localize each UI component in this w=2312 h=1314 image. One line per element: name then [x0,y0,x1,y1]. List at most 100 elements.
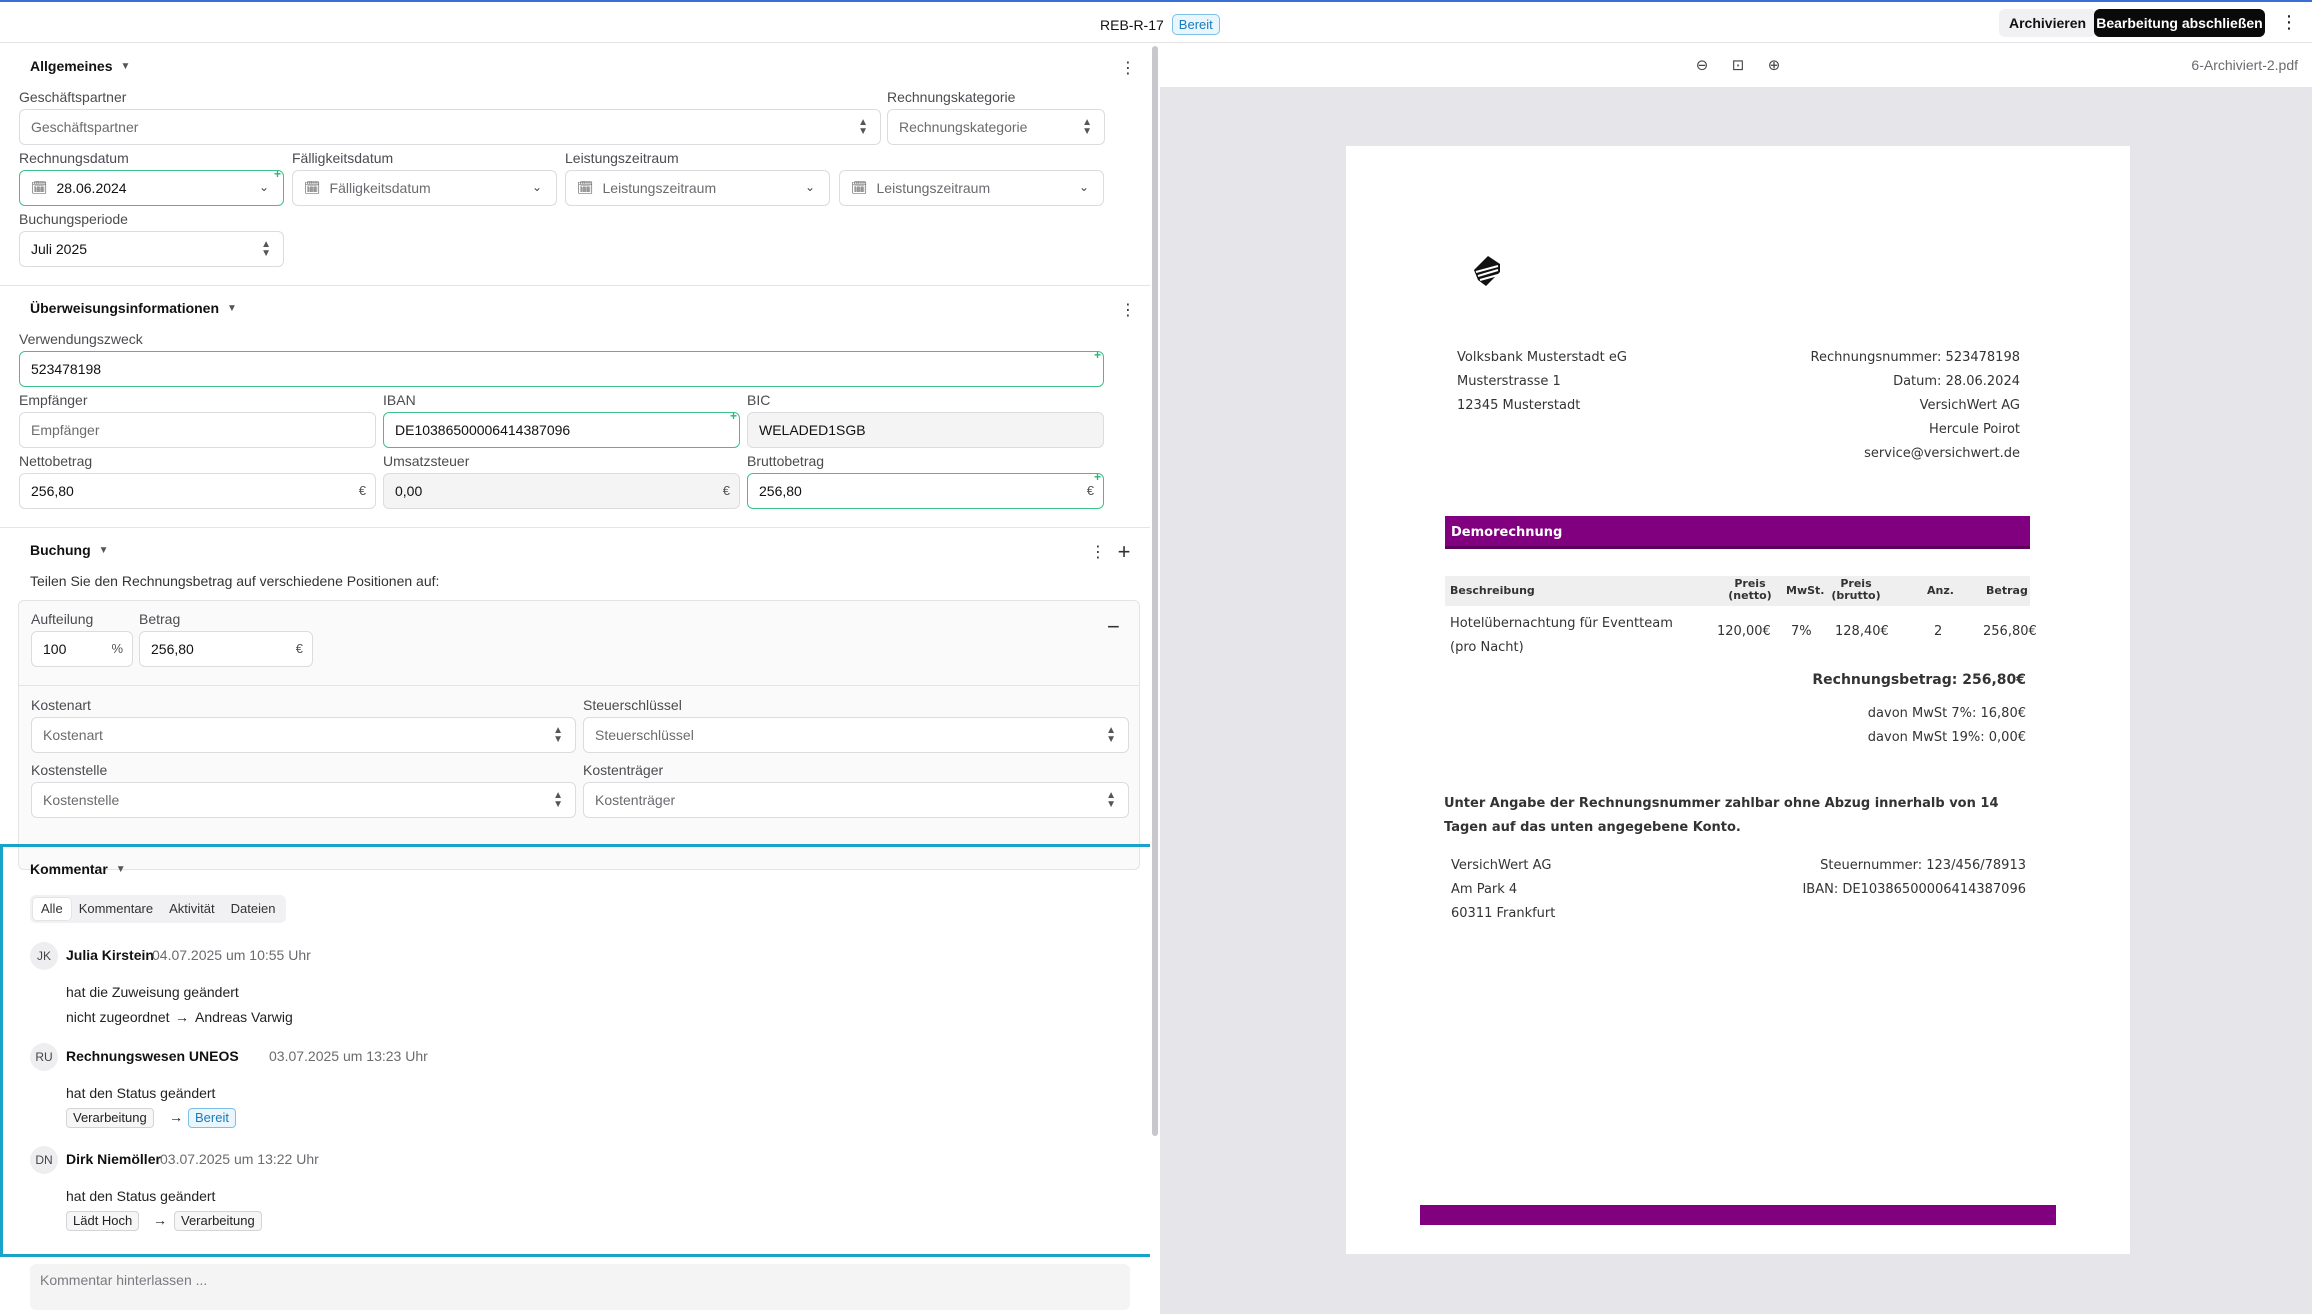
split-input[interactable]: 100 % [31,631,133,667]
finish-editing-button[interactable]: Bearbeitung abschließen [2094,9,2265,37]
invoice-date-picker[interactable]: 🗓 28.06.2024 ⌄ + [19,167,284,206]
service-period-end-picker[interactable]: 🗓 Leistungszeitraum ⌄ [839,170,1104,206]
service-period-start-placeholder: Leistungszeitraum [602,180,717,196]
cost-type-select[interactable]: Kostenart ▲ ▼ [31,717,576,753]
amount-label: Betrag [139,611,181,627]
partner-select[interactable]: Geschäftspartner ▲ ▼ [19,109,881,145]
due-date-placeholder: Fälligkeitsdatum [329,180,431,196]
gross-amount-label: Bruttobetrag [747,453,825,469]
chevron-updown-icon: ▲ ▼ [858,117,868,137]
avatar: RU [30,1043,58,1071]
chevron-down-icon: ▼ [115,863,126,875]
invoice-date-label: Rechnungsdatum [19,150,129,166]
tax-key-label: Steuerschlüssel [583,697,682,713]
chevron-down-icon: ▼ [98,544,109,556]
address-line: 60311 Frankfurt [1451,906,1556,921]
tab-dateien[interactable]: Dateien [223,898,284,920]
more-vertical-icon[interactable]: ⋮ [1120,58,1136,78]
net-amount-label: Nettobetrag [19,453,93,469]
bic-label: BIC [747,392,771,408]
zoom-out-icon[interactable]: ⊖ [1692,56,1712,76]
euro-icon: € [358,483,366,498]
more-vertical-icon[interactable]: ⋮ [1090,542,1106,562]
comment-tabs: Alle Kommentare Aktivität Dateien [30,895,287,923]
table-header: Preis (netto) [1728,577,1772,602]
cost-center-select[interactable]: Kostenstelle ▲ ▼ [31,782,576,818]
net-amount-input[interactable]: 256,80 € [19,473,376,509]
chevron-down-icon: ⌄ [258,180,269,194]
more-vertical-icon[interactable]: ⋮ [1120,300,1136,320]
zoom-in-icon[interactable]: ⊕ [1764,56,1784,76]
due-date-picker[interactable]: 🗓 Fälligkeitsdatum ⌄ [292,170,557,206]
due-date-label: Fälligkeitsdatum [292,150,394,166]
euro-icon: € [1086,483,1094,498]
address-line: Volksbank Musterstadt eG [1457,350,1627,365]
table-cell: 2 [1934,624,1943,639]
table-cell: Hotelübernachtung für Eventteam (pro Nac… [1450,616,1673,655]
info-line: Datum: 28.06.2024 [1893,374,2020,389]
minus-icon[interactable]: − [1107,614,1120,640]
section-buchung-header[interactable]: Buchung ▼ [30,542,109,558]
chevron-updown-icon: ▲ ▼ [1082,117,1092,137]
cost-unit-select[interactable]: Kostenträger ▲ ▼ [583,782,1129,818]
comment-section: Kommentar ▼ Alle Kommentare Aktivität Dat… [0,844,1150,1257]
gross-amount-input[interactable]: 256,80 € + [747,470,1104,509]
pdf-page: Volksbank Musterstadt eG Musterstrasse 1… [1346,146,2130,1254]
add-icon[interactable]: + [1117,539,1131,565]
divider [19,685,1139,686]
archive-button[interactable]: Archivieren [1999,9,2097,37]
tab-alle[interactable]: Alle [33,898,71,920]
table-header: Beschreibung [1450,584,1535,597]
section-ueberweisung-header[interactable]: Überweisungsinformationen ▼ [30,300,237,316]
fit-screen-icon[interactable]: ⊡ [1728,56,1748,76]
status-badge: Bereit [1171,14,1220,35]
purpose-input[interactable]: 523478198 + [19,348,1104,387]
tab-kommentare[interactable]: Kommentare [71,898,161,920]
iban-value: DE10386500006414387096 [395,422,571,438]
more-vertical-icon[interactable]: ⋮ [2280,11,2298,35]
vat-input[interactable]: 0,00 € [383,473,740,509]
status-chip: Verarbeitung [174,1211,262,1231]
arrow-right-icon: → [169,1109,183,1125]
purpose-value: 523478198 [31,361,102,377]
table-cell: 256,80€ [1983,624,2037,639]
bic-input[interactable]: WELADED1SGB [747,412,1104,448]
recipient-input[interactable]: Empfänger [19,412,376,448]
payment-note: Unter Angabe der Rechnungsnummer zahlbar… [1444,796,1999,835]
avatar: DN [30,1146,58,1174]
table-header: Preis (brutto) [1831,577,1881,602]
scrollbar[interactable] [1152,46,1158,1136]
vat-label: Umsatzsteuer [383,453,470,469]
tax-key-select[interactable]: Steuerschlüssel ▲ ▼ [583,717,1129,753]
table-header: Anz. [1927,584,1954,597]
service-period-start-picker[interactable]: 🗓 Leistungszeitraum ⌄ [565,170,830,206]
section-kommentar-header[interactable]: Kommentar ▼ [30,861,126,877]
booking-position-panel: Aufteilung 100 % Betrag 256,80 € − Koste… [18,600,1140,870]
comment-action: hat den Status geändert [66,1188,216,1204]
section-title: Allgemeines [30,58,113,74]
split-value: 100 [43,641,67,657]
section-allgemeines-header[interactable]: Allgemeines ▼ [30,58,130,74]
info-line: VersichWert AG [1919,398,2020,413]
calendar-icon: 🗓 [577,180,594,195]
change-from: nicht zugeordnet [66,1009,170,1025]
gross-amount-value: 256,80 [759,483,802,499]
divider [0,285,1150,286]
category-select[interactable]: Rechnungskategorie ▲ ▼ [887,109,1105,145]
viewer-toolbar: ⊖ ⊡ ⊕ 6-Archiviert-2.pdf [1160,44,2312,88]
purpose-label: Verwendungszweck [19,331,143,347]
tab-aktivitaet[interactable]: Aktivität [161,898,223,920]
booking-period-select[interactable]: Juli 2025 ▲ ▼ [19,231,284,267]
address-line: Musterstrasse 1 [1457,374,1561,389]
euro-icon: € [722,483,730,498]
chevron-down-icon: ⌄ [531,180,542,194]
form-panel: Allgemeines ▼ ⋮ Geschäftspartner Geschäft… [0,44,1150,1314]
chevron-updown-icon: ▲ ▼ [553,790,563,810]
tax-line: Steuernummer: 123/456/78913 [1820,858,2026,873]
amount-input[interactable]: 256,80 € [139,631,313,667]
cost-center-label: Kostenstelle [31,762,108,778]
footer-tax-info: Steuernummer: 123/456/78913 IBAN: DE1038… [1802,854,2026,902]
comment-action: hat die Zuweisung geändert [66,984,239,1000]
iban-input[interactable]: DE10386500006414387096 + [383,409,740,448]
comment-input[interactable]: Kommentar hinterlassen ... [30,1264,1130,1310]
